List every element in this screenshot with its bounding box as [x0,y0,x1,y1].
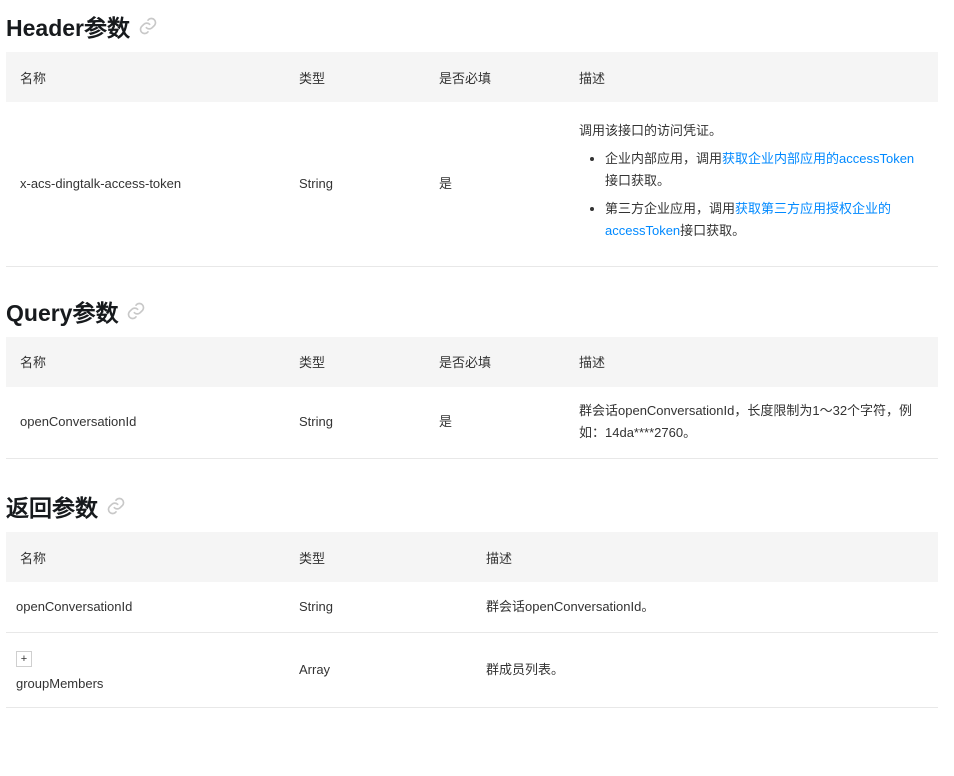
query-params-title: Query参数 [6,299,119,326]
desc-intro: 调用该接口的访问凭证。 [579,122,723,138]
param-type: String [285,102,425,267]
param-desc: 群会话openConversationId，长度限制为1～32个字符，例如：14… [565,386,938,459]
table-row: openConversationId String 群会话openConvers… [6,582,938,633]
column-header-type: 类型 [285,532,472,582]
bullet-prefix: 第三方企业应用，调用 [605,200,736,216]
link-icon[interactable] [106,496,126,516]
param-type: String [285,582,472,633]
param-name: openConversationId [6,582,285,633]
table-row: openConversationId String 是 群会话openConve… [6,386,938,459]
param-name: groupMembers [16,675,104,691]
bullet-suffix: 接口获取。 [605,172,671,188]
bullet-prefix: 企业内部应用，调用 [605,150,723,166]
param-name: x-acs-dingtalk-access-token [6,102,285,267]
header-params-title: Header参数 [6,15,130,41]
bullet-suffix: 接口获取。 [680,222,746,238]
table-row: + groupMembers Array 群成员列表。 [6,632,938,708]
column-header-required: 是否必填 [425,336,565,387]
header-params-table: 名称 类型 是否必填 描述 x-acs-dingtalk-access-toke… [6,52,938,267]
param-name: openConversationId [6,386,285,459]
column-header-required: 是否必填 [425,52,565,102]
param-type: String [285,386,425,459]
return-params-title: 返回参数 [6,495,98,521]
link-icon[interactable] [138,16,158,36]
param-desc: 群会话openConversationId。 [472,582,938,633]
column-header-type: 类型 [285,52,425,102]
column-header-name: 名称 [6,52,285,102]
query-params-table: 名称 类型 是否必填 描述 openConversationId String … [6,336,938,459]
param-name-cell: + groupMembers [6,632,285,708]
link-icon[interactable] [126,301,146,321]
return-params-heading: 返回参数 [6,480,938,532]
list-item: 企业内部应用，调用获取企业内部应用的accessToken 接口获取。 [605,148,924,192]
column-header-name: 名称 [6,532,285,582]
param-required: 是 [425,386,565,459]
param-desc: 群成员列表。 [472,632,938,708]
table-header-row: 名称 类型 是否必填 描述 [6,52,938,102]
return-params-table: 名称 类型 描述 openConversationId String 群会话op… [6,532,938,708]
table-row: x-acs-dingtalk-access-token String 是 调用该… [6,102,938,267]
header-params-heading: Header参数 [6,0,938,52]
param-type: Array [285,632,472,708]
column-header-name: 名称 [6,336,285,387]
table-header-row: 名称 类型 描述 [6,532,938,582]
expand-button[interactable]: + [16,651,32,667]
column-header-type: 类型 [285,336,425,387]
internal-app-token-link[interactable]: 获取企业内部应用的accessToken [722,151,914,166]
column-header-desc: 描述 [565,336,938,387]
list-item: 第三方企业应用，调用获取第三方应用授权企业的accessToken接口获取。 [605,198,924,242]
param-required: 是 [425,102,565,267]
desc-bullet-list: 企业内部应用，调用获取企业内部应用的accessToken 接口获取。 第三方企业… [579,148,924,242]
query-params-heading: Query参数 [6,285,938,337]
param-desc: 调用该接口的访问凭证。 企业内部应用，调用获取企业内部应用的accessToke… [565,102,938,267]
column-header-desc: 描述 [565,52,938,102]
table-header-row: 名称 类型 是否必填 描述 [6,336,938,387]
column-header-desc: 描述 [472,532,938,582]
